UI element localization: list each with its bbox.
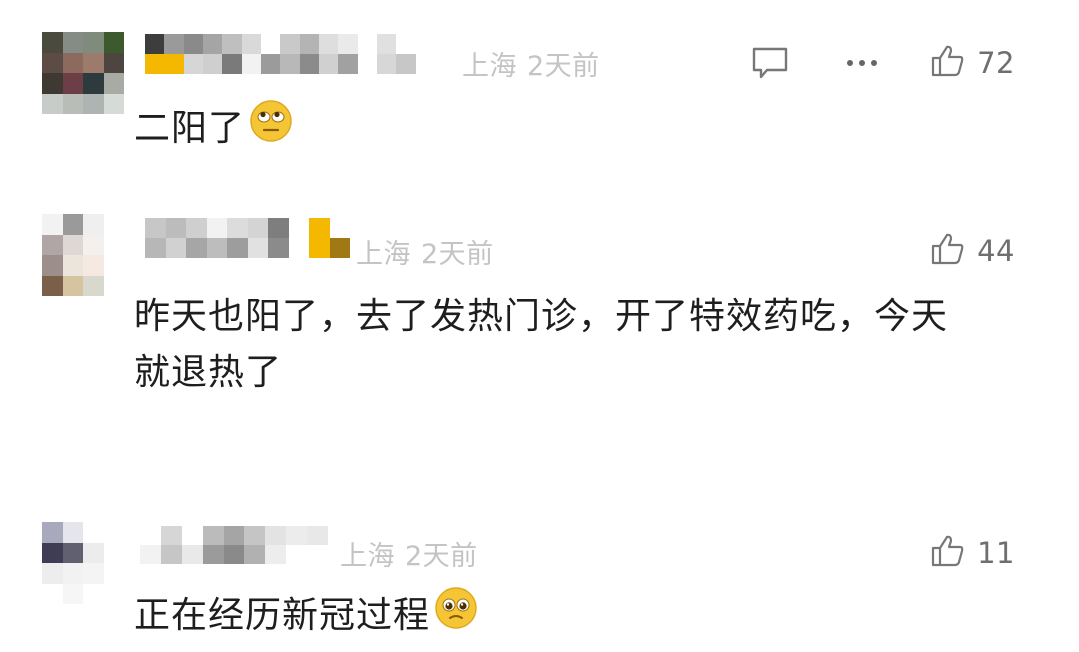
- comment-text: 正在经历新冠过程: [134, 586, 1014, 646]
- comment-item: 上海 2天前 11 正在经历新冠过程: [0, 480, 1079, 652]
- timestamp: 2天前: [421, 239, 494, 270]
- like-button[interactable]: 72: [931, 44, 1015, 82]
- comment-actions: 72: [751, 44, 1015, 82]
- comment-text-line: 昨天也阳了，去了发热门诊，开了特效药吃，今天: [134, 296, 949, 337]
- comment-meta: 上海 2天前: [356, 232, 494, 271]
- username-pixelated[interactable]: [145, 218, 350, 258]
- username-pixelated[interactable]: [140, 526, 328, 564]
- location-label: 上海: [356, 239, 411, 270]
- comment-actions: 44: [931, 232, 1015, 270]
- location-label: 上海: [462, 51, 517, 82]
- rolling-eyes-emoji-icon: [249, 99, 293, 159]
- location-label: 上海: [340, 541, 395, 572]
- thumbs-up-icon: [931, 534, 965, 572]
- comment-text: 昨天也阳了，去了发热门诊，开了特效药吃，今天 就退热了: [134, 289, 1014, 401]
- like-count: 72: [977, 46, 1015, 80]
- comment-item: 上海 2天前 44 昨天也阳了，去了发热门诊，开了特效药吃，今天 就退热了: [0, 180, 1079, 480]
- comment-text: 二阳了: [134, 99, 1014, 159]
- like-count: 11: [977, 536, 1015, 570]
- timestamp: 2天前: [405, 541, 478, 572]
- comment-actions: 11: [931, 534, 1015, 572]
- thumbs-up-icon: [931, 44, 965, 82]
- timestamp: 2天前: [527, 51, 600, 82]
- avatar[interactable]: [42, 32, 124, 114]
- avatar[interactable]: [42, 214, 124, 296]
- username-pixelated[interactable]: [145, 34, 435, 74]
- comment-item: 上海 2天前 72 二阳了: [0, 0, 1079, 180]
- comment-meta: 上海 2天前: [340, 534, 478, 573]
- like-button[interactable]: 11: [931, 534, 1015, 572]
- thumbs-up-icon: [931, 232, 965, 270]
- like-count: 44: [977, 234, 1015, 268]
- avatar[interactable]: [42, 522, 124, 604]
- comment-text-line: 就退热了: [134, 352, 283, 393]
- like-button[interactable]: 44: [931, 232, 1015, 270]
- comment-bubble-icon[interactable]: [751, 46, 789, 80]
- comment-meta: 上海 2天前: [462, 44, 600, 83]
- more-dots-icon[interactable]: [845, 58, 879, 68]
- pleading-face-emoji-icon: [434, 586, 478, 646]
